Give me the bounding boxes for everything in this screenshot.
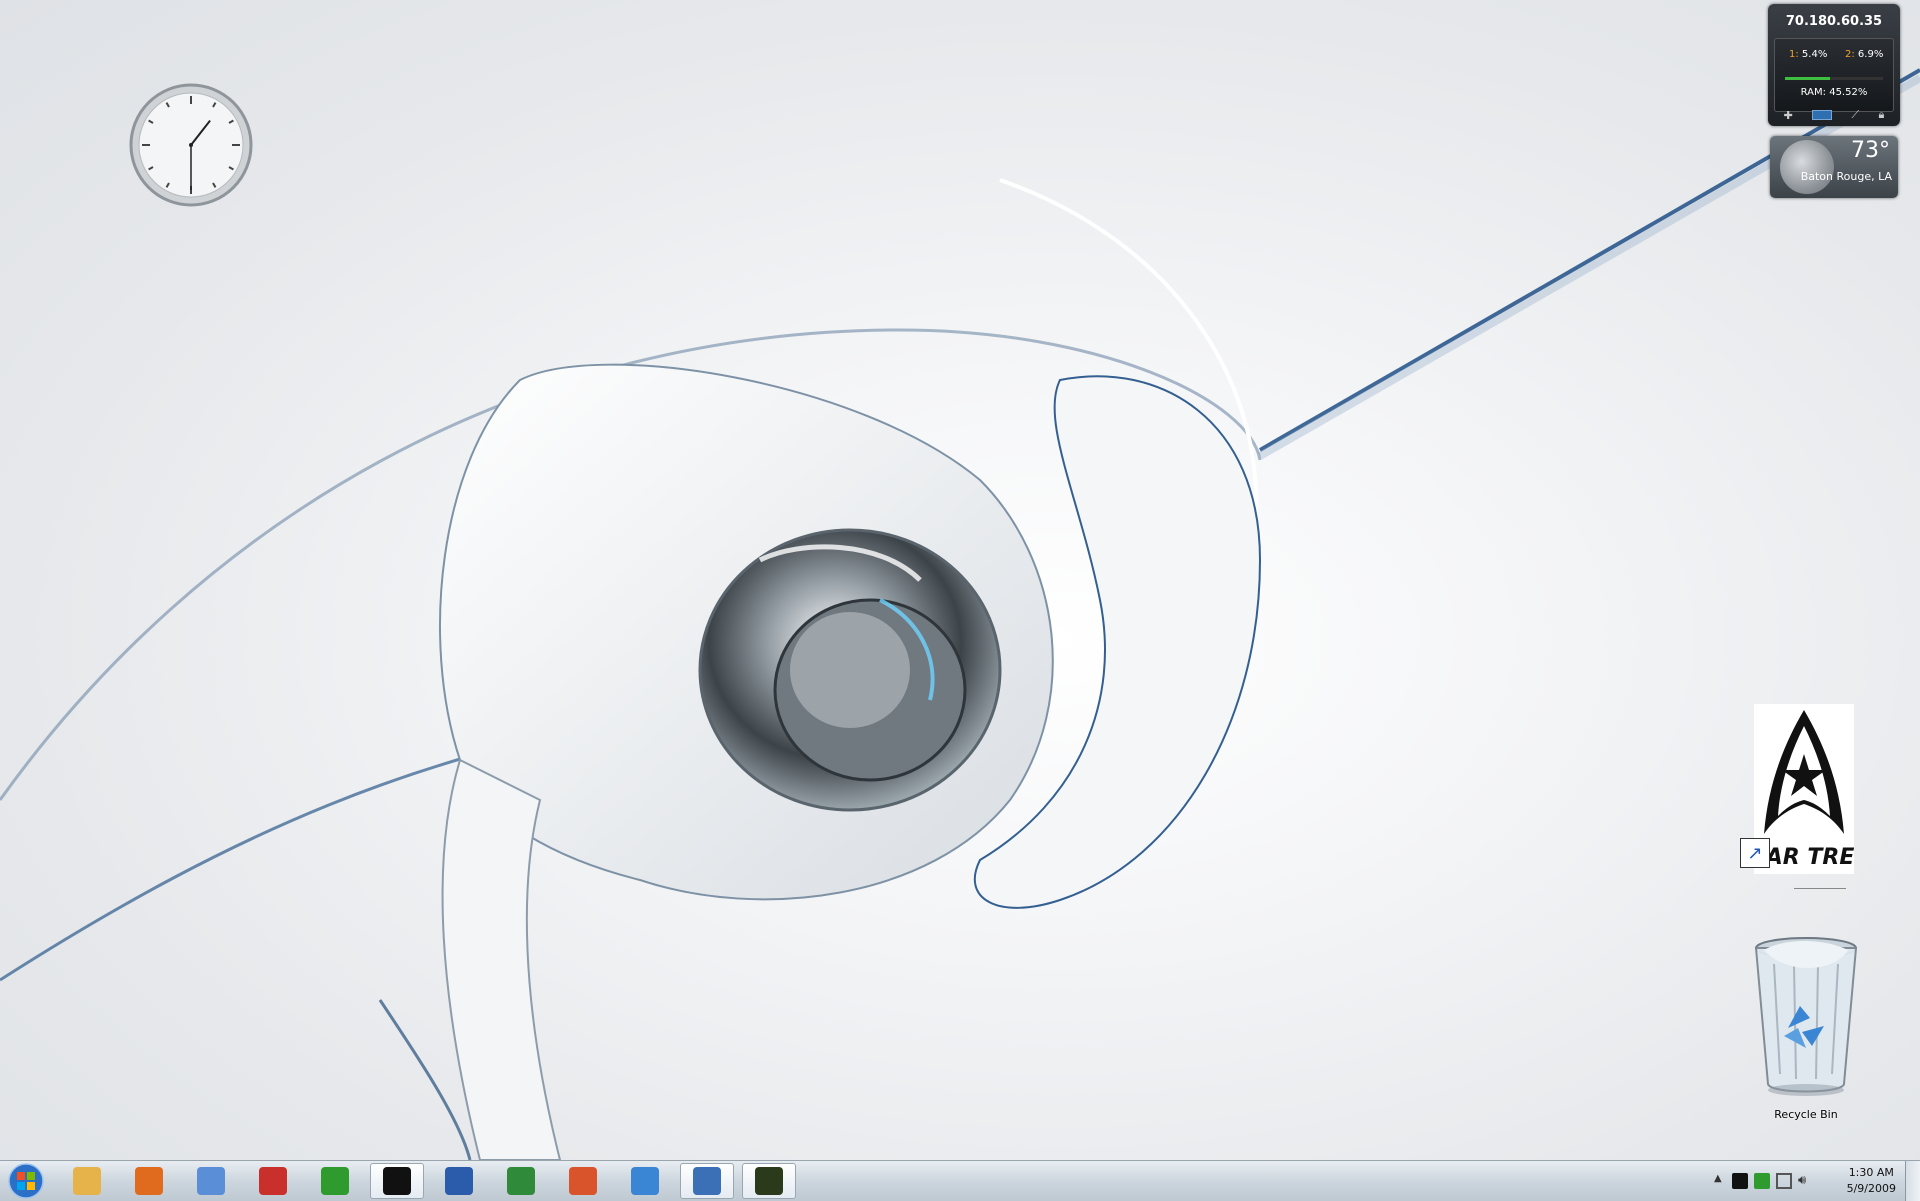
taskbar-button-powerpoint[interactable]	[556, 1163, 610, 1199]
core-1-label: 1:	[1789, 49, 1799, 60]
system-tray: ▲ 🔊︎ 1:30 AM 5/9/2009	[1710, 1161, 1920, 1201]
network-icon[interactable]	[1776, 1173, 1792, 1189]
ip-address: 70.180.60.35	[1785, 14, 1883, 29]
taskbar: ▲ 🔊︎ 1:30 AM 5/9/2009	[0, 1160, 1920, 1201]
taskbar-button-gadget[interactable]	[246, 1163, 300, 1199]
monitor-icon[interactable]	[1812, 110, 1833, 120]
taskbar-button-remote[interactable]	[680, 1163, 734, 1199]
wrench-icon[interactable]: ⟋	[1851, 108, 1859, 122]
taskbar-button-word[interactable]	[432, 1163, 486, 1199]
shortcut-arrow-icon: ↗	[1740, 838, 1770, 868]
desktop-icon-startrek[interactable]: STAR TREK ↗	[1738, 702, 1862, 892]
utorrent-tray-icon[interactable]	[1754, 1173, 1770, 1189]
cpu-meter-gadget[interactable]: 70.180.60.35 1: 5.4% 2: 6.9% RAM: 45.52%…	[1768, 4, 1900, 126]
steam-tray-icon[interactable]	[1732, 1173, 1748, 1189]
core-2-readout: 2: 6.9%	[1845, 49, 1883, 60]
taskbar-button-excel[interactable]	[494, 1163, 548, 1199]
taskbar-button-itunes[interactable]	[184, 1163, 238, 1199]
word-icon	[445, 1167, 473, 1195]
steam-icon	[383, 1167, 411, 1195]
taskbar-button-flight[interactable]	[618, 1163, 672, 1199]
taskbar-time: 1:30 AM	[1848, 1166, 1894, 1179]
cpu-meter-toolbar: ✚ ⟋ 🔒︎	[1774, 108, 1894, 122]
taskbar-button-utorrent[interactable]	[308, 1163, 362, 1199]
clock-gadget[interactable]	[128, 82, 254, 208]
volume-icon[interactable]: 🔊︎	[1798, 1173, 1814, 1189]
moon-icon	[1780, 140, 1834, 194]
music-icon	[197, 1167, 225, 1195]
recycle-bin-label: Recycle Bin	[1774, 1108, 1838, 1121]
firefox-icon	[135, 1167, 163, 1195]
start-button[interactable]	[2, 1162, 50, 1200]
desktop-icon-recycle-bin[interactable]: Recycle Bin	[1744, 934, 1868, 1124]
mu-icon	[321, 1167, 349, 1195]
weather-gadget[interactable]: 73° Baton Rouge, LA	[1770, 136, 1898, 198]
plane-icon	[631, 1167, 659, 1195]
core-2-label: 2:	[1845, 49, 1855, 60]
taskbar-clock[interactable]: 1:30 AM 5/9/2009	[1847, 1165, 1896, 1197]
selection-underline	[1794, 888, 1846, 889]
core-1-value: 5.4%	[1801, 49, 1828, 60]
plus-icon[interactable]: ✚	[1784, 109, 1793, 122]
red-orb-icon	[259, 1167, 287, 1195]
weather-city: Baton Rouge, LA	[1800, 170, 1892, 183]
weather-temperature: 73°	[1851, 138, 1890, 163]
cpu-meter-panel: 1: 5.4% 2: 6.9% RAM: 45.52%	[1774, 38, 1894, 112]
desktop: 70.180.60.35 1: 5.4% 2: 6.9% RAM: 45.52%…	[0, 0, 1920, 1160]
show-desktop-button[interactable]	[1905, 1161, 1920, 1201]
taskbar-button-steam[interactable]	[370, 1163, 424, 1199]
network-pc-icon	[693, 1167, 721, 1195]
wallpaper	[0, 68, 1920, 1160]
tray-expand-icon[interactable]: ▲	[1714, 1173, 1722, 1184]
taskbar-date: 5/9/2009	[1846, 1182, 1896, 1195]
powerpoint-icon	[569, 1167, 597, 1195]
lock-icon[interactable]: 🔒︎	[1878, 108, 1884, 122]
taskbar-button-explorer[interactable]	[60, 1163, 114, 1199]
excel-icon	[507, 1167, 535, 1195]
taskbar-button-game[interactable]	[742, 1163, 796, 1199]
ram-bar	[1785, 77, 1883, 80]
folder-icon	[73, 1167, 101, 1195]
recycle-bin-icon	[1754, 937, 1858, 1096]
ram-readout: RAM: 45.52%	[1800, 87, 1868, 98]
ram-bar-fill	[1785, 77, 1830, 80]
core-1-readout: 1: 5.4%	[1789, 49, 1827, 60]
game-icon	[755, 1167, 783, 1195]
taskbar-button-firefox[interactable]	[122, 1163, 176, 1199]
core-2-value: 6.9%	[1857, 49, 1884, 60]
